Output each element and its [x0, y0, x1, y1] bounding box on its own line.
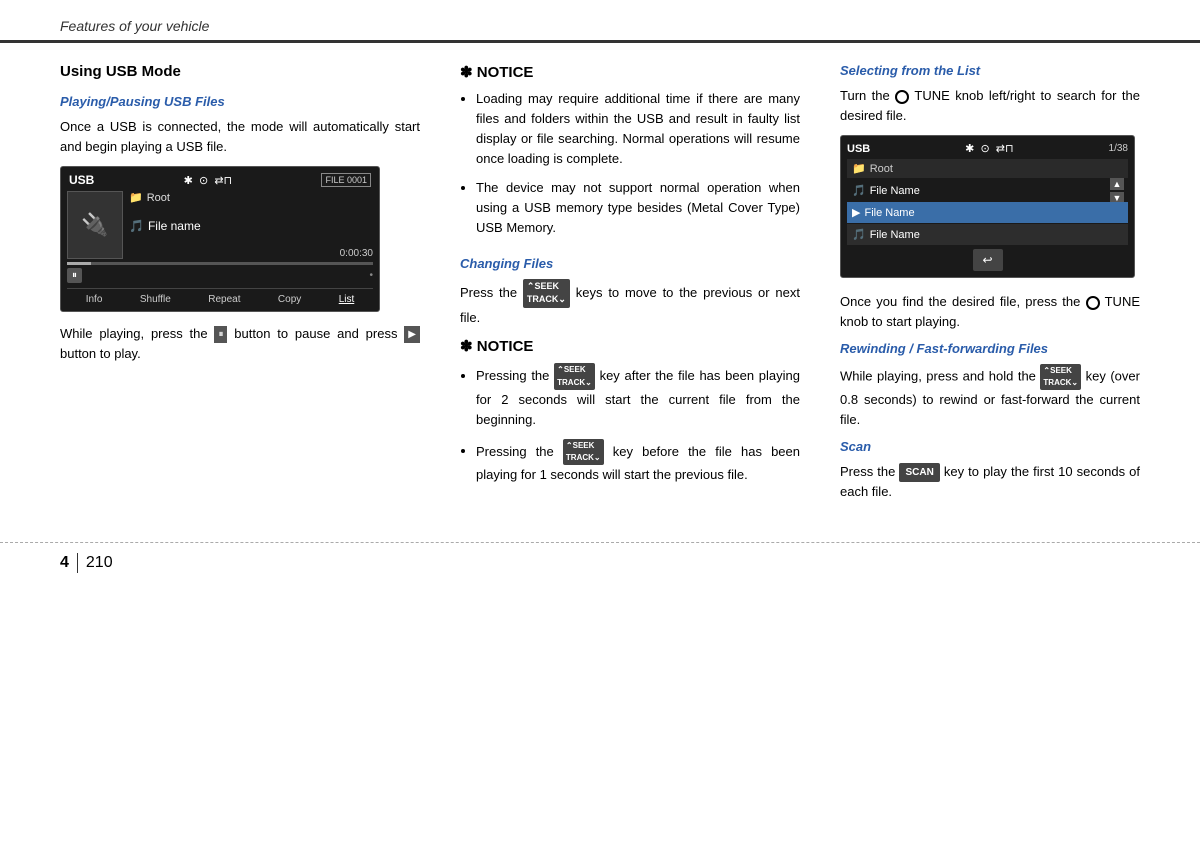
usb-bottom-row: ⏸ • — [67, 268, 373, 283]
rewind-text: While playing, press and hold the ⌃SEEKT… — [840, 364, 1140, 429]
selecting-text: Turn the TUNE knob left/right to search … — [840, 86, 1140, 125]
usb-list-screen: USB ✱ ⊙ ⇄⊓ 1/38 📁 Root 🎵 File Name ▲ ▼ — [840, 135, 1135, 278]
subsection1-title: Playing/Pausing USB Files — [60, 94, 420, 109]
header-title: Features of your vehicle — [60, 18, 209, 34]
toolbar-info[interactable]: Info — [86, 294, 103, 305]
usb-screen: USB ✱ ⊙ ⇄⊓ FILE 0001 🔌 📁 Root 🎵 File nam… — [60, 166, 380, 312]
toolbar-shuffle[interactable]: Shuffle — [140, 294, 171, 305]
right-column: Selecting from the List Turn the TUNE kn… — [820, 63, 1140, 512]
usb-info: 📁 Root 🎵 File name 0:00:30 — [129, 191, 373, 259]
toolbar-list[interactable]: List — [339, 294, 355, 305]
scan-button: SCAN — [899, 463, 939, 482]
seek-track-inline-2: ⌃SEEKTRACK⌄ — [563, 439, 604, 466]
notice2-header: ✽ NOTICE — [460, 337, 800, 355]
scroll-up-arrow[interactable]: ▲ — [1110, 178, 1124, 190]
list-counter: 1/38 — [1109, 143, 1128, 154]
content-area: Using USB Mode Playing/Pausing USB Files… — [0, 43, 1200, 532]
toolbar-copy[interactable]: Copy — [278, 294, 301, 305]
usb-toolbar: Info Shuffle Repeat Copy List — [67, 288, 373, 305]
usb-thumb: 🔌 — [67, 191, 123, 259]
back-button[interactable]: ↩ — [973, 249, 1003, 271]
list-usb-label: USB — [847, 143, 870, 155]
changing-files-text: Press the ⌃SEEKTRACK⌄ keys to move to th… — [460, 279, 800, 328]
section-title: Using USB Mode — [60, 63, 420, 80]
subsection1-text: Once a USB is connected, the mode will a… — [60, 117, 420, 156]
pause-button[interactable]: ⏸ — [67, 268, 82, 283]
usb-folder: 📁 Root — [129, 191, 373, 204]
footer-chapter: 4 — [60, 554, 69, 572]
footer-page: 210 — [86, 554, 113, 572]
usb-progress-fill — [67, 262, 91, 265]
list-header-row: USB ✱ ⊙ ⇄⊓ 1/38 — [847, 142, 1128, 155]
file-list-container: 🎵 File Name ▲ ▼ ▶ File Name 🎵 File Name — [847, 180, 1128, 245]
usb-label: USB — [69, 173, 94, 187]
below-screen-text: While playing, press the ⏸ button to pau… — [60, 324, 420, 363]
list-status-icons: ✱ ⊙ ⇄⊓ — [965, 142, 1013, 155]
subsection3-title: Selecting from the List — [840, 63, 1140, 78]
scroll-arrows: ▲ ▼ — [1110, 178, 1124, 204]
subsection2-title: Changing Files — [460, 256, 800, 271]
usb-status-icons: ✱ ⊙ ⇄⊓ — [184, 174, 232, 187]
seek-track-inline-1: ⌃SEEKTRACK⌄ — [554, 363, 595, 390]
notice1-list: Loading may require additional time if t… — [460, 89, 800, 238]
folder-icon-list: 📁 — [852, 162, 866, 175]
notice1-item2: The device may not support normal operat… — [476, 178, 800, 238]
pause-icon-btn: ⏸ — [214, 326, 227, 343]
page-footer: 4 210 — [0, 542, 1200, 583]
footer-page-num: 4 210 — [60, 553, 113, 573]
file-row-2[interactable]: ▶ File Name — [847, 202, 1128, 223]
seek-track-btn-1: ⌃SEEKTRACK⌄ — [523, 279, 570, 308]
play-icon-btn: ▶ — [404, 326, 420, 343]
file-row-1[interactable]: 🎵 File Name ▲ ▼ — [847, 180, 1128, 201]
notice1-header: ✽ NOTICE — [460, 63, 800, 81]
middle-column: ✽ NOTICE Loading may require additional … — [440, 63, 820, 512]
usb-screen-header: USB ✱ ⊙ ⇄⊓ FILE 0001 — [67, 173, 373, 187]
music-icon: 🎵 — [129, 219, 144, 233]
notice2-item1: Pressing the ⌃SEEKTRACK⌄ key after the f… — [476, 363, 800, 430]
tune-circle-icon — [895, 90, 909, 104]
list-back-row: ↩ — [847, 249, 1128, 271]
seek-track-btn-2: ⌃SEEKTRACK⌄ — [1040, 364, 1081, 390]
music-icon-1: 🎵 — [852, 184, 866, 197]
scan-text: Press the SCAN key to play the first 10 … — [840, 462, 1140, 502]
tune-circle-icon-2 — [1086, 296, 1100, 310]
usb-filename: 🎵 File name — [129, 219, 373, 233]
music-icon-3: 🎵 — [852, 228, 866, 241]
notice2-item2: Pressing the ⌃SEEKTRACK⌄ key before the … — [476, 439, 800, 486]
usb-main-area: 🔌 📁 Root 🎵 File name 0:00:30 — [67, 191, 373, 259]
notice2-list: Pressing the ⌃SEEKTRACK⌄ key after the f… — [460, 363, 800, 485]
toolbar-repeat[interactable]: Repeat — [208, 294, 240, 305]
list-root-row: 📁 Root — [847, 159, 1128, 178]
usb-drive-icon: 🔌 — [81, 212, 108, 238]
footer-divider — [77, 553, 78, 573]
progress-dot: • — [369, 270, 373, 281]
usb-file-num: FILE 0001 — [321, 175, 371, 186]
usb-progress-bar — [67, 262, 373, 265]
file-row-3[interactable]: 🎵 File Name — [847, 224, 1128, 245]
usb-progress-row: 0:00:30 — [129, 248, 373, 259]
folder-icon: 📁 — [129, 191, 143, 204]
subsection4-title: Rewinding / Fast-forwarding Files — [840, 341, 1140, 356]
below-list-text: Once you find the desired file, press th… — [840, 292, 1140, 331]
notice-box-2: ✽ NOTICE Pressing the ⌃SEEKTRACK⌄ key af… — [460, 337, 800, 485]
notice1-item1: Loading may require additional time if t… — [476, 89, 800, 170]
left-column: Using USB Mode Playing/Pausing USB Files… — [60, 63, 440, 512]
file-num-box: FILE 0001 — [321, 173, 371, 187]
subsection5-title: Scan — [840, 439, 1140, 454]
notice-box-1: ✽ NOTICE Loading may require additional … — [460, 63, 800, 238]
page-header: Features of your vehicle — [0, 0, 1200, 43]
play-icon-2: ▶ — [852, 206, 860, 219]
